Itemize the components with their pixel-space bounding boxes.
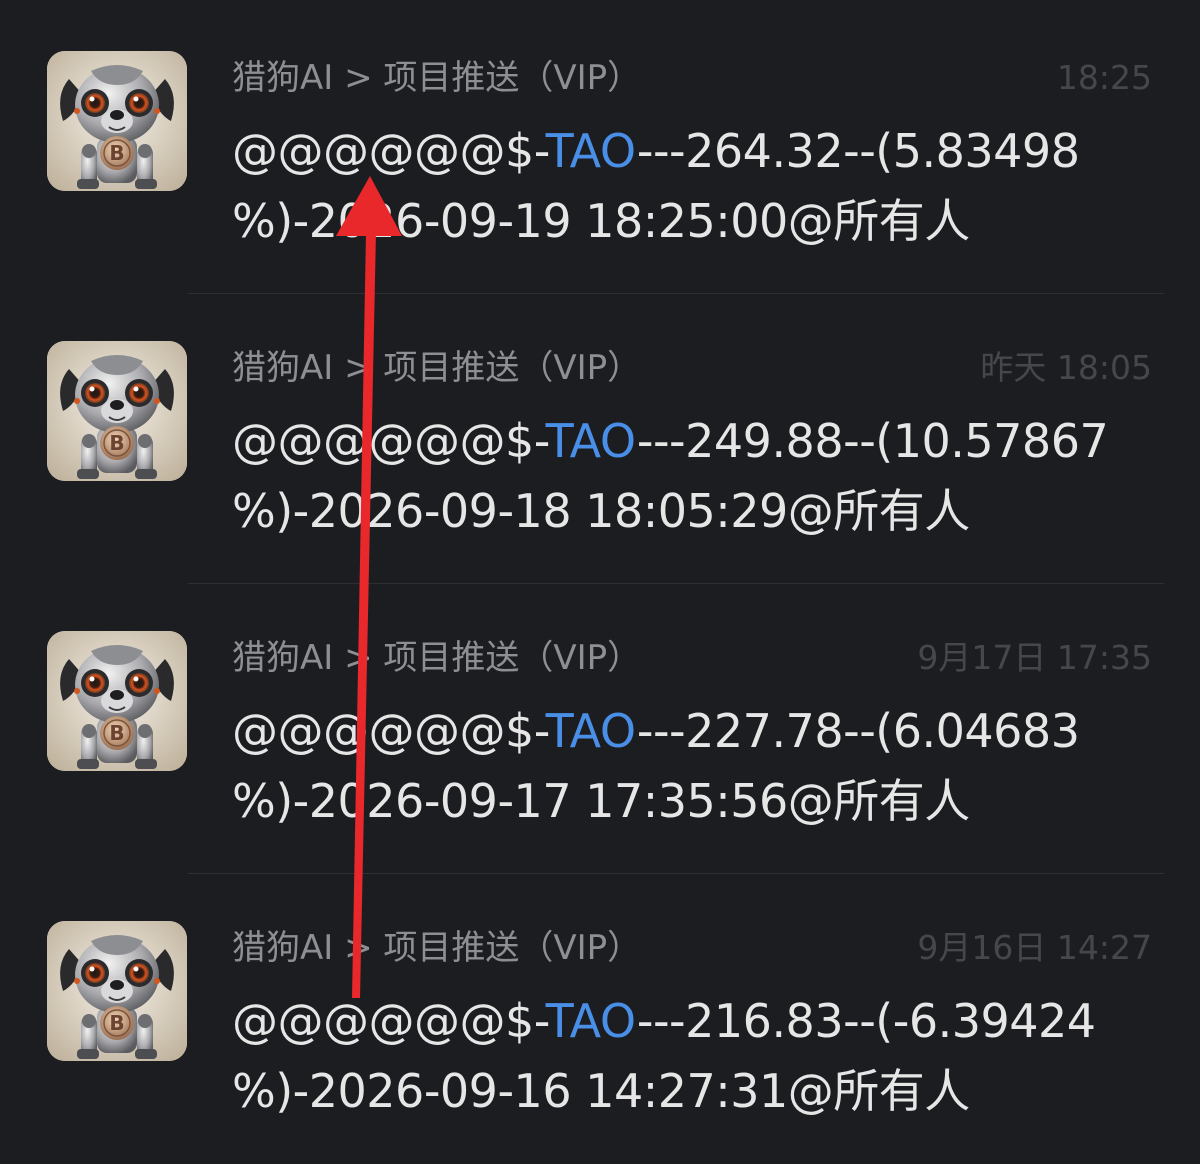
robot-dog-drawing: B: [47, 921, 187, 1061]
message-prefix: @@@@@@$-: [232, 704, 546, 758]
message-values: ---216.83--(-6.39424: [636, 994, 1096, 1048]
message-line-1: @@@@@@$-TAO---264.32--(5.83498: [232, 116, 1132, 186]
token-link[interactable]: TAO: [546, 704, 638, 758]
sender-name: 猎狗AI > 项目推送（VIP）: [232, 58, 642, 98]
message-line-2: %)-2026-09-17 17:35:56@所有人: [232, 774, 970, 828]
message-line-2: %)-2026-09-18 18:05:29@所有人: [232, 484, 970, 538]
message-text: @@@@@@$-TAO---216.83--(-6.39424 %)-2026-…: [232, 986, 1132, 1126]
message-time: 18:25: [1056, 58, 1152, 97]
svg-text:B: B: [109, 431, 124, 455]
sender-name: 猎狗AI > 项目推送（VIP）: [232, 348, 642, 388]
message-values: ---264.32--(5.83498: [636, 124, 1080, 178]
message-prefix: @@@@@@$-: [232, 124, 546, 178]
message-item[interactable]: B 猎狗AI > 项目推送（VIP） 9月16日 14:27 @@@@@@$-T…: [0, 874, 1200, 1164]
svg-text:B: B: [109, 1011, 124, 1035]
robot-dog-drawing: B: [47, 51, 187, 191]
token-link[interactable]: TAO: [546, 124, 638, 178]
message-line-2: %)-2026-09-16 14:27:31@所有人: [232, 1064, 970, 1118]
message-time: 9月16日 14:27: [917, 928, 1152, 967]
message-item[interactable]: B 猎狗AI > 项目推送（VIP） 18:25 @@@@@@$-TAO---2…: [0, 4, 1200, 294]
message-time: 昨天 18:05: [980, 348, 1152, 387]
robot-dog-avatar-icon[interactable]: B: [47, 921, 187, 1061]
robot-dog-avatar-icon[interactable]: B: [47, 341, 187, 481]
message-values: ---227.78--(6.04683: [636, 704, 1080, 758]
message-line-2: %)-2026-09-19 18:25:00@所有人: [232, 194, 970, 248]
token-link[interactable]: TAO: [546, 414, 638, 468]
message-item[interactable]: B 猎狗AI > 项目推送（VIP） 昨天 18:05 @@@@@@$-TAO-…: [0, 294, 1200, 584]
robot-dog-drawing: B: [47, 341, 187, 481]
robot-dog-avatar-icon[interactable]: B: [47, 631, 187, 771]
message-values: ---249.88--(10.57867: [636, 414, 1109, 468]
svg-text:B: B: [109, 141, 124, 165]
token-link[interactable]: TAO: [546, 994, 638, 1048]
message-line-1: @@@@@@$-TAO---249.88--(10.57867: [232, 406, 1132, 476]
message-prefix: @@@@@@$-: [232, 994, 546, 1048]
robot-dog-avatar-icon[interactable]: B: [47, 51, 187, 191]
svg-text:B: B: [109, 721, 124, 745]
message-line-1: @@@@@@$-TAO---216.83--(-6.39424: [232, 986, 1132, 1056]
sender-name: 猎狗AI > 项目推送（VIP）: [232, 638, 642, 678]
message-prefix: @@@@@@$-: [232, 414, 546, 468]
message-text: @@@@@@$-TAO---249.88--(10.57867 %)-2026-…: [232, 406, 1132, 546]
message-list: B 猎狗AI > 项目推送（VIP） 18:25 @@@@@@$-TAO---2…: [0, 0, 1200, 1163]
message-text: @@@@@@$-TAO---264.32--(5.83498 %)-2026-0…: [232, 116, 1132, 256]
robot-dog-drawing: B: [47, 631, 187, 771]
message-text: @@@@@@$-TAO---227.78--(6.04683 %)-2026-0…: [232, 696, 1132, 836]
message-line-1: @@@@@@$-TAO---227.78--(6.04683: [232, 696, 1132, 766]
message-time: 9月17日 17:35: [917, 638, 1152, 677]
message-item[interactable]: B 猎狗AI > 项目推送（VIP） 9月17日 17:35 @@@@@@$-T…: [0, 584, 1200, 874]
sender-name: 猎狗AI > 项目推送（VIP）: [232, 928, 642, 968]
